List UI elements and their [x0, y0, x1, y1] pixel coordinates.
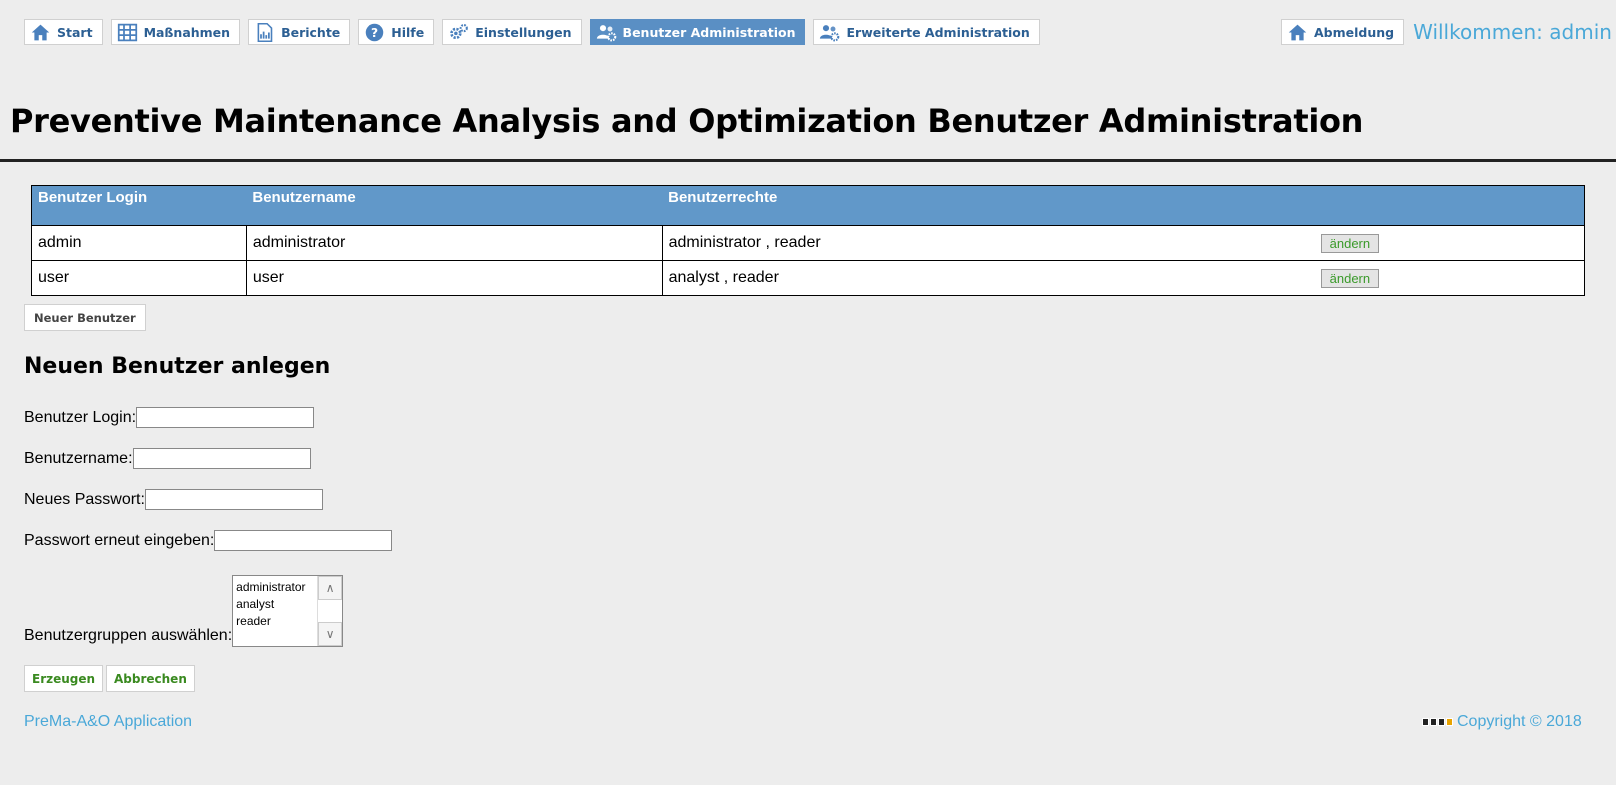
nav-label: Einstellungen: [475, 24, 572, 40]
column-header-rights: Benutzerrechte: [662, 185, 1315, 226]
group-option[interactable]: reader: [236, 613, 314, 630]
password-repeat-row: Passwort erneut eingeben:: [24, 530, 393, 551]
cell-username: user: [245, 260, 663, 296]
title-divider: [0, 159, 1616, 162]
nav-start-button[interactable]: Start: [24, 19, 103, 45]
cell-rights: analyst , reader: [661, 260, 1315, 296]
table-header-row: Benutzer Login Benutzername Benutzerrech…: [31, 185, 1585, 226]
column-header-login: Benutzer Login: [31, 185, 247, 226]
footer-copyright: Copyright © 2018: [1422, 713, 1582, 731]
cell-actions: ändern: [1314, 260, 1585, 296]
scroll-down-icon[interactable]: ∨: [318, 622, 343, 646]
login-row: Benutzer Login:: [24, 407, 315, 428]
logout-button[interactable]: Abmeldung: [1281, 19, 1405, 45]
groups-listbox[interactable]: administrator analyst reader ∧ ∨: [232, 575, 344, 647]
cell-username: administrator: [245, 225, 663, 261]
scroll-up-icon[interactable]: ∧: [318, 576, 343, 600]
edit-user-button[interactable]: ändern: [1320, 268, 1380, 288]
users-icon: [596, 24, 616, 41]
logout-label: Abmeldung: [1314, 24, 1395, 40]
password-row: Neues Passwort:: [24, 489, 323, 510]
main-nav: Start Maßnahmen Berichte ? Hilfe Einstel…: [24, 19, 1040, 45]
column-header-username: Benutzername: [246, 185, 663, 226]
nav-label: Berichte: [281, 24, 341, 40]
cell-actions: ändern: [1314, 225, 1585, 261]
groups-row: Benutzergruppen auswählen: administrator…: [24, 575, 344, 647]
username-row: Benutzername:: [24, 448, 311, 469]
login-label: Benutzer Login:: [24, 408, 137, 426]
create-button[interactable]: Erzeugen: [24, 665, 104, 692]
cancel-button[interactable]: Abbrechen: [106, 665, 195, 692]
column-header-actions: [1314, 185, 1585, 226]
groups-options: administrator analyst reader: [233, 576, 317, 646]
cell-rights: administrator , reader: [661, 225, 1315, 261]
groups-label: Benutzergruppen auswählen:: [24, 627, 233, 644]
gears-icon: [450, 23, 469, 39]
password-label: Neues Passwort:: [24, 490, 145, 508]
nav-benutzer-administration-button[interactable]: Benutzer Administration: [589, 19, 806, 45]
username-input[interactable]: [132, 448, 311, 469]
listbox-scrollbar[interactable]: ∧ ∨: [317, 576, 343, 646]
page-title: Preventive Maintenance Analysis and Opti…: [10, 102, 1364, 140]
nav-label: Erweiterte Administration: [846, 24, 1030, 40]
users-icon: [820, 24, 840, 41]
nav-label: Hilfe: [391, 24, 425, 40]
home-icon: [31, 24, 50, 40]
group-option[interactable]: administrator: [236, 579, 314, 596]
cell-login: user: [31, 260, 247, 296]
nav-massnahmen-button[interactable]: Maßnahmen: [110, 19, 241, 45]
svg-text:?: ?: [371, 25, 378, 39]
table-row: user user analyst , reader ändern: [31, 260, 1585, 296]
username-label: Benutzername:: [24, 449, 133, 467]
group-option[interactable]: analyst: [236, 596, 314, 613]
table-icon: [117, 23, 137, 41]
user-nav: Abmeldung Willkommen: admin: [1281, 19, 1612, 45]
password-repeat-input[interactable]: [214, 530, 393, 551]
nav-label: Benutzer Administration: [622, 24, 796, 40]
password-input[interactable]: [144, 489, 323, 510]
nav-label: Start: [57, 24, 93, 40]
password-repeat-label: Passwort erneut eingeben:: [24, 531, 215, 549]
nav-berichte-button[interactable]: Berichte: [248, 19, 351, 45]
footer-app-name: PreMa-A&O Application: [24, 713, 193, 730]
nav-erweiterte-administration-button[interactable]: Erweiterte Administration: [813, 19, 1040, 45]
report-icon: [257, 22, 273, 42]
nav-label: Maßnahmen: [143, 24, 231, 40]
welcome-text: Willkommen: admin: [1413, 20, 1612, 44]
home-icon: [1288, 24, 1307, 40]
nav-einstellungen-button[interactable]: Einstellungen: [442, 19, 582, 45]
users-table: Benutzer Login Benutzername Benutzerrech…: [31, 185, 1585, 296]
form-title: Neuen Benutzer anlegen: [24, 354, 331, 379]
copyright-text: Copyright © 2018: [1457, 713, 1582, 730]
cell-login: admin: [31, 225, 247, 261]
company-logo-icon: [1422, 718, 1453, 726]
login-input[interactable]: [136, 407, 315, 428]
new-user-button[interactable]: Neuer Benutzer: [24, 304, 146, 331]
help-icon: ?: [366, 23, 384, 41]
table-row: admin administrator administrator , read…: [31, 225, 1585, 261]
nav-hilfe-button[interactable]: ? Hilfe: [358, 19, 435, 45]
edit-user-button[interactable]: ändern: [1320, 233, 1380, 253]
